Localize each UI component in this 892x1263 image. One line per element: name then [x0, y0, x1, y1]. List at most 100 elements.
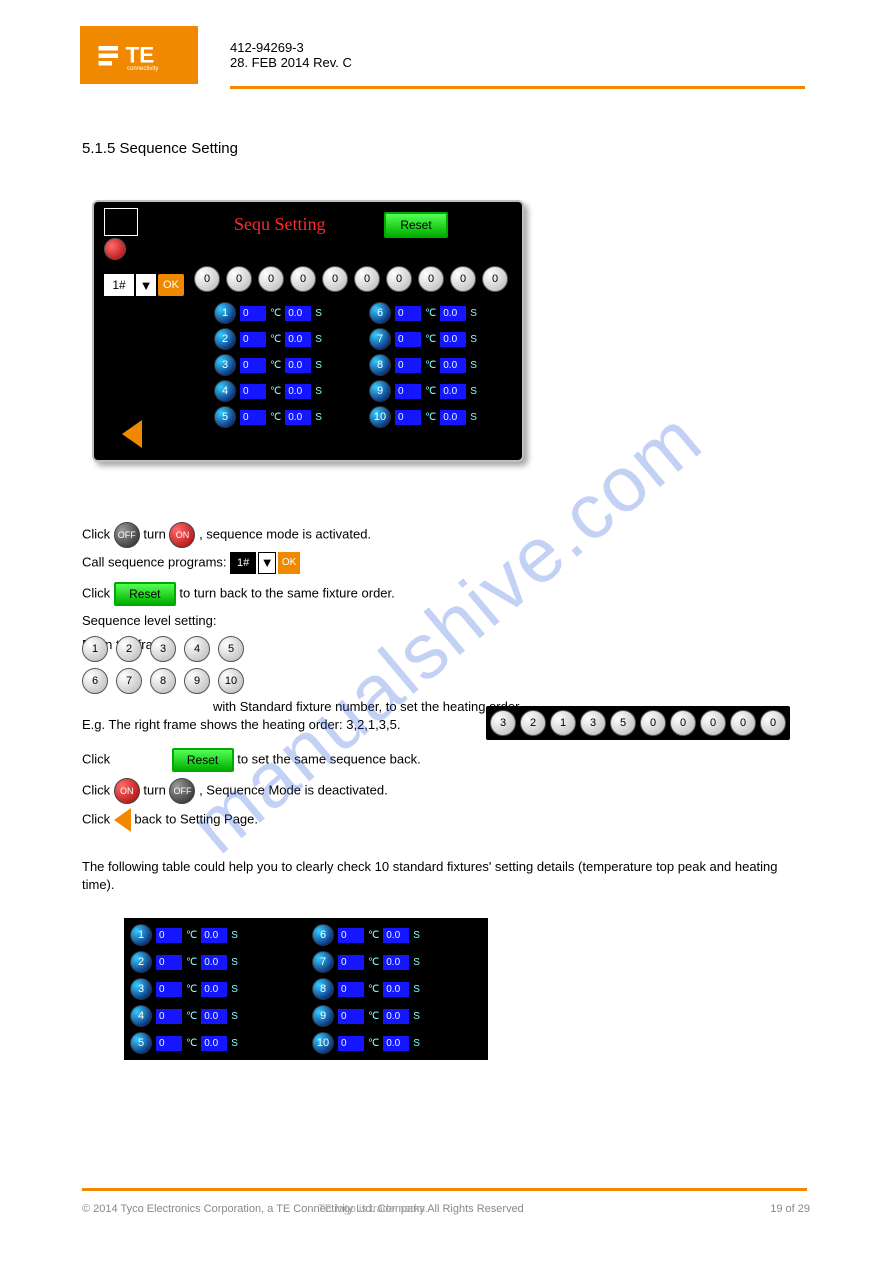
txt: Call sequence programs:: [82, 554, 230, 569]
temperature-value[interactable]: 0: [395, 306, 421, 321]
time-value[interactable]: 0.0: [440, 306, 466, 321]
time-value[interactable]: 0.0: [285, 332, 311, 347]
sequence-dial[interactable]: 0: [194, 266, 220, 292]
time-value[interactable]: 0.0: [440, 410, 466, 425]
sequence-dial[interactable]: 0: [418, 266, 444, 292]
sequence-dial[interactable]: 8: [150, 668, 176, 694]
on-icon[interactable]: ON: [114, 778, 140, 804]
time-value[interactable]: 0.0: [383, 982, 409, 997]
sequence-dial[interactable]: 0: [482, 266, 508, 292]
sequence-dial[interactable]: 0: [354, 266, 380, 292]
sequence-dial[interactable]: 1: [82, 636, 108, 662]
fixture-row: 40℃0.0S: [214, 380, 359, 402]
sequence-dial[interactable]: 3: [580, 710, 606, 736]
temperature-value[interactable]: 0: [240, 410, 266, 425]
time-value[interactable]: 0.0: [201, 928, 227, 943]
sequence-dial[interactable]: 6: [82, 668, 108, 694]
temperature-value[interactable]: 0: [156, 982, 182, 997]
time-value[interactable]: 0.0: [201, 982, 227, 997]
program-select-widget[interactable]: 1# ▼ OK: [230, 552, 300, 574]
time-value[interactable]: 0.0: [285, 384, 311, 399]
ok-button[interactable]: OK: [278, 552, 300, 574]
temperature-value[interactable]: 0: [395, 410, 421, 425]
time-value[interactable]: 0.0: [440, 358, 466, 373]
time-value[interactable]: 0.0: [383, 955, 409, 970]
unit-celsius: ℃: [186, 1011, 197, 1022]
hmi-on-button[interactable]: [104, 238, 126, 260]
hmi-menu-icon[interactable]: [104, 208, 138, 236]
time-value[interactable]: 0.0: [285, 358, 311, 373]
sequence-dial[interactable]: 7: [116, 668, 142, 694]
unit-seconds: S: [470, 308, 477, 319]
sequence-dial[interactable]: 0: [450, 266, 476, 292]
temperature-value[interactable]: 0: [156, 928, 182, 943]
hmi-reset-button[interactable]: Reset: [384, 212, 448, 238]
temperature-value[interactable]: 0: [338, 955, 364, 970]
time-value[interactable]: 0.0: [285, 410, 311, 425]
temperature-value[interactable]: 0: [240, 306, 266, 321]
hmi-program-select[interactable]: 1# ▼ OK: [104, 274, 184, 296]
temperature-value[interactable]: 0: [156, 1036, 182, 1051]
fixture-index: 9: [369, 380, 391, 402]
temperature-value[interactable]: 0: [338, 982, 364, 997]
off-icon[interactable]: OFF: [114, 522, 140, 548]
reset-button[interactable]: Reset: [114, 582, 176, 606]
sequence-dial[interactable]: 5: [218, 636, 244, 662]
time-value[interactable]: 0.0: [383, 1036, 409, 1051]
temperature-value[interactable]: 0: [338, 1036, 364, 1051]
temperature-value[interactable]: 0: [156, 1009, 182, 1024]
sequence-dial[interactable]: 0: [730, 710, 756, 736]
sequence-dial[interactable]: 0: [386, 266, 412, 292]
sequence-dial[interactable]: 0: [670, 710, 696, 736]
temperature-value[interactable]: 0: [240, 384, 266, 399]
time-value[interactable]: 0.0: [440, 384, 466, 399]
time-value[interactable]: 0.0: [383, 928, 409, 943]
temperature-value[interactable]: 0: [240, 358, 266, 373]
back-arrow-icon[interactable]: [114, 808, 131, 832]
time-value[interactable]: 0.0: [440, 332, 466, 347]
temperature-value[interactable]: 0: [395, 384, 421, 399]
fixture-row: 70℃0.0S: [369, 328, 514, 350]
sequence-dial[interactable]: 0: [640, 710, 666, 736]
time-value[interactable]: 0.0: [383, 1009, 409, 1024]
temperature-value[interactable]: 0: [338, 928, 364, 943]
off-icon[interactable]: OFF: [169, 778, 195, 804]
back-arrow-icon[interactable]: [122, 420, 142, 448]
sequence-dial[interactable]: 9: [184, 668, 210, 694]
select-value[interactable]: 1#: [230, 552, 256, 574]
ok-button[interactable]: OK: [158, 274, 184, 296]
sequence-dial[interactable]: 3: [150, 636, 176, 662]
sequence-dial[interactable]: 0: [258, 266, 284, 292]
sequence-dial[interactable]: 0: [290, 266, 316, 292]
time-value[interactable]: 0.0: [201, 1009, 227, 1024]
reset-button[interactable]: Reset: [172, 748, 234, 772]
sequence-dial[interactable]: 5: [610, 710, 636, 736]
temperature-value[interactable]: 0: [395, 358, 421, 373]
sequence-dial[interactable]: 2: [520, 710, 546, 736]
time-value[interactable]: 0.0: [285, 306, 311, 321]
sequence-dial[interactable]: 0: [700, 710, 726, 736]
sequence-dial[interactable]: 0: [322, 266, 348, 292]
sequence-dial[interactable]: 0: [226, 266, 252, 292]
temperature-value[interactable]: 0: [240, 332, 266, 347]
time-value[interactable]: 0.0: [201, 955, 227, 970]
sequence-dial[interactable]: 10: [218, 668, 244, 694]
unit-celsius: ℃: [186, 984, 197, 995]
sequence-dial[interactable]: 0: [760, 710, 786, 736]
unit-celsius: ℃: [425, 334, 436, 345]
sequence-dial[interactable]: 4: [184, 636, 210, 662]
chevron-down-icon[interactable]: ▼: [258, 552, 276, 574]
on-icon[interactable]: ON: [169, 522, 195, 548]
time-value[interactable]: 0.0: [201, 1036, 227, 1051]
sequence-dial[interactable]: 3: [490, 710, 516, 736]
sequence-dial[interactable]: 1: [550, 710, 576, 736]
program-select-value[interactable]: 1#: [104, 274, 134, 296]
sequence-dial[interactable]: 2: [116, 636, 142, 662]
fixture-index: 6: [369, 302, 391, 324]
temperature-value[interactable]: 0: [338, 1009, 364, 1024]
temperature-value[interactable]: 0: [395, 332, 421, 347]
temperature-value[interactable]: 0: [156, 955, 182, 970]
fixture-detail-grid: 10℃0.0S60℃0.0S20℃0.0S70℃0.0S30℃0.0S80℃0.…: [124, 918, 488, 1060]
chevron-down-icon[interactable]: ▼: [136, 274, 156, 296]
sequence-dial-block[interactable]: 12345 6789 10: [82, 636, 246, 694]
